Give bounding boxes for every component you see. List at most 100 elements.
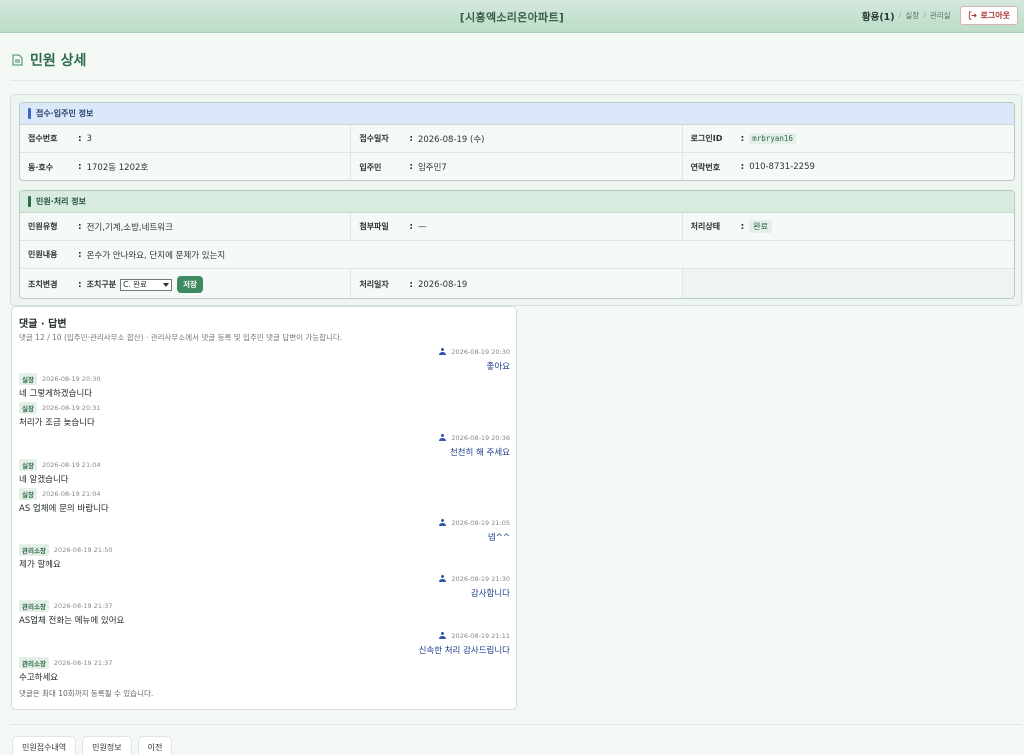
comment-meta: 실장 2026-08-19 21:04	[19, 487, 510, 500]
comment-item: 관리소장 2026-08-19 21:50 제가 할께요	[19, 543, 510, 570]
comment-meta: 2026-08-19 20:36	[19, 432, 510, 443]
empty-cell	[682, 269, 1014, 298]
complaint-content-value: 온수가 안나와요, 단지에 문제가 있는지	[86, 250, 226, 261]
colon: :	[78, 221, 82, 232]
phone-label: 연락번호	[690, 162, 721, 172]
divider	[10, 724, 1022, 725]
save-button[interactable]: 저장	[177, 276, 203, 293]
comment-item: 관리소장 2026-08-19 21:37 수고하세요	[19, 656, 510, 683]
unit-value: 1702동 1202호	[86, 163, 149, 173]
comment-time: 2026-08-19 21:37	[53, 658, 113, 667]
done-date-label: 처리일자	[359, 280, 389, 289]
section-accent-bar	[28, 196, 31, 207]
comment-text: 네 알겠습니다	[19, 475, 69, 485]
complaint-content-label: 민원내용	[28, 250, 58, 259]
person-icon	[439, 347, 447, 356]
tab-previous[interactable]: 이전	[137, 736, 173, 755]
colon: :	[78, 279, 82, 290]
comment-text: 좋아요	[486, 362, 510, 372]
tab-complaint-list[interactable]: 민원접수내역	[12, 736, 77, 755]
comment-item: 실장 2026-08-19 20:30 네 그렇게하겠습니다	[19, 372, 510, 399]
person-icon	[439, 631, 447, 640]
section-title-text: 접수·입주민 정보	[36, 109, 94, 118]
logout-label: 로그아웃	[980, 11, 1010, 20]
comments-subtitle: 댓글 12 / 10 (입주민·관리사무소 합산) · 관리사무소에서 댓글 등…	[19, 333, 343, 342]
comment-time: 2026-08-19 20:36	[451, 433, 510, 442]
comment-text: 천천히 해 주세요	[449, 448, 510, 458]
separator: /	[923, 11, 926, 20]
phone-cell: 연락번호 : 010-8731-2259	[683, 153, 1014, 180]
info-panel: 접수·입주민 정보 접수번호 : 3 접수일자 : 2026-08-19 (수)…	[10, 94, 1022, 306]
login-id-label: 로그인ID	[690, 134, 723, 143]
section-title: 접수·입주민 정보	[20, 103, 1014, 125]
author-badge: 실장	[19, 401, 37, 414]
comment-text: 제가 할께요	[19, 560, 61, 570]
comment-item: 2026-08-19 21:30 감사합니다	[19, 573, 510, 599]
resident-cell: 입주민 : 임주민7	[351, 153, 683, 180]
info-row: 조치변경 : 조치구분 C. 완료 저장 처리일자 : 2026-08-19	[20, 269, 1014, 298]
colon: :	[78, 162, 82, 172]
comment-meta: 2026-08-19 21:05	[19, 517, 510, 528]
author-badge: 실장	[19, 487, 37, 500]
comment-time: 2026-08-19 21:37	[53, 601, 113, 610]
comment-time: 2026-08-19 21:04	[41, 460, 101, 469]
attachment-label: 첨부파일	[359, 222, 389, 231]
action-type-select[interactable]: C. 완료	[120, 278, 173, 291]
receipt-resident-card: 접수·입주민 정보 접수번호 : 3 접수일자 : 2026-08-19 (수)…	[19, 102, 1015, 181]
receipt-date-cell: 접수일자 : 2026-08-19 (수)	[351, 125, 683, 152]
logout-icon	[968, 11, 977, 20]
login-id-value: mrbryan16	[749, 133, 796, 144]
chevron-down-icon	[163, 282, 170, 287]
colon: :	[409, 279, 413, 290]
info-row: 동·호수 : 1702동 1202호 입주민 : 임주민7 연락번호 : 010…	[20, 153, 1014, 180]
comment-text: AS업체 전화는 메뉴에 있어요	[19, 616, 125, 626]
user-name: 황용(1)	[861, 11, 895, 23]
comment-meta: 2026-08-19 21:11	[19, 630, 510, 641]
divider	[10, 80, 1022, 81]
page-title: 민원 상세	[30, 53, 87, 69]
comment-text: 수고하세요	[19, 673, 59, 683]
receipt-number-value: 3	[86, 133, 93, 144]
bottom-tabs: 민원접수내역 민원정보 이전	[12, 736, 173, 755]
comment-item: 2026-08-19 21:11 신속한 처리 감사드립니다	[19, 630, 510, 656]
logout-button[interactable]: 로그아웃	[959, 6, 1018, 25]
comment-item: 2026-08-19 20:36 천천히 해 주세요	[19, 432, 510, 458]
comment-meta: 관리소장 2026-08-19 21:37	[19, 656, 510, 669]
unit-label: 동·호수	[28, 162, 54, 172]
comment-time: 2026-08-19 21:11	[451, 631, 510, 640]
complaint-type-label: 민원유형	[28, 222, 58, 231]
tab-complaint-info[interactable]: 민원정보	[82, 736, 132, 755]
action-type-label: 조치구분	[86, 280, 117, 289]
comment-item: 실장 2026-08-19 20:31 처리가 조금 늦습니다	[19, 401, 510, 428]
comment-time: 2026-08-19 20:30	[41, 374, 101, 383]
comment-text: 감사합니다	[470, 589, 510, 599]
colon: :	[740, 162, 745, 172]
comment-meta: 관리소장 2026-08-19 21:37	[19, 599, 510, 612]
comment-meta: 실장 2026-08-19 21:04	[19, 458, 510, 471]
done-date-value: 2026-08-19	[417, 279, 468, 290]
separator: /	[898, 11, 902, 20]
info-row: 민원내용 : 온수가 안나와요, 단지에 문제가 있는지	[20, 241, 1014, 269]
info-row: 접수번호 : 3 접수일자 : 2026-08-19 (수) 로그인ID : m…	[20, 125, 1014, 153]
comment-time: 2026-08-19 21:50	[53, 545, 113, 554]
comment-limit-note: 댓글은 최대 10회까지 등록될 수 있습니다.	[19, 689, 154, 698]
page-heading: 민원 상세	[12, 50, 86, 70]
complaint-process-card: 민원·처리 정보 민원유형 : 전기,기계,소방,네트워크 첨부파일 : — 처…	[19, 190, 1015, 299]
comment-item: 2026-08-19 21:05 넵^^	[19, 517, 510, 543]
comment-meta: 실장 2026-08-19 20:30	[19, 372, 510, 385]
status-label: 처리상태	[690, 222, 721, 231]
author-badge: 관리소장	[19, 656, 49, 669]
info-row: 민원유형 : 전기,기계,소방,네트워크 첨부파일 : — 처리상태 : 완료	[20, 213, 1014, 241]
done-date-cell: 처리일자 : 2026-08-19	[351, 269, 683, 298]
status-badge: 완료	[749, 220, 772, 233]
comment-time: 2026-08-19 21:30	[451, 574, 510, 583]
author-badge: 실장	[19, 458, 37, 471]
person-icon	[439, 518, 447, 527]
comment-item: 실장 2026-08-19 21:04 네 알겠습니다	[19, 458, 510, 485]
colon: :	[78, 249, 82, 260]
top-bar: [시흥엑소리온아파트] 황용(1) / 실장 / 관리실 로그아웃	[0, 0, 1024, 33]
comment-item: 2026-08-19 20:30 좋아요	[19, 346, 510, 372]
comment-time: 2026-08-19 21:05	[451, 518, 510, 527]
author-badge: 관리소장	[19, 599, 49, 612]
comment-time: 2026-08-19 20:31	[41, 403, 101, 412]
